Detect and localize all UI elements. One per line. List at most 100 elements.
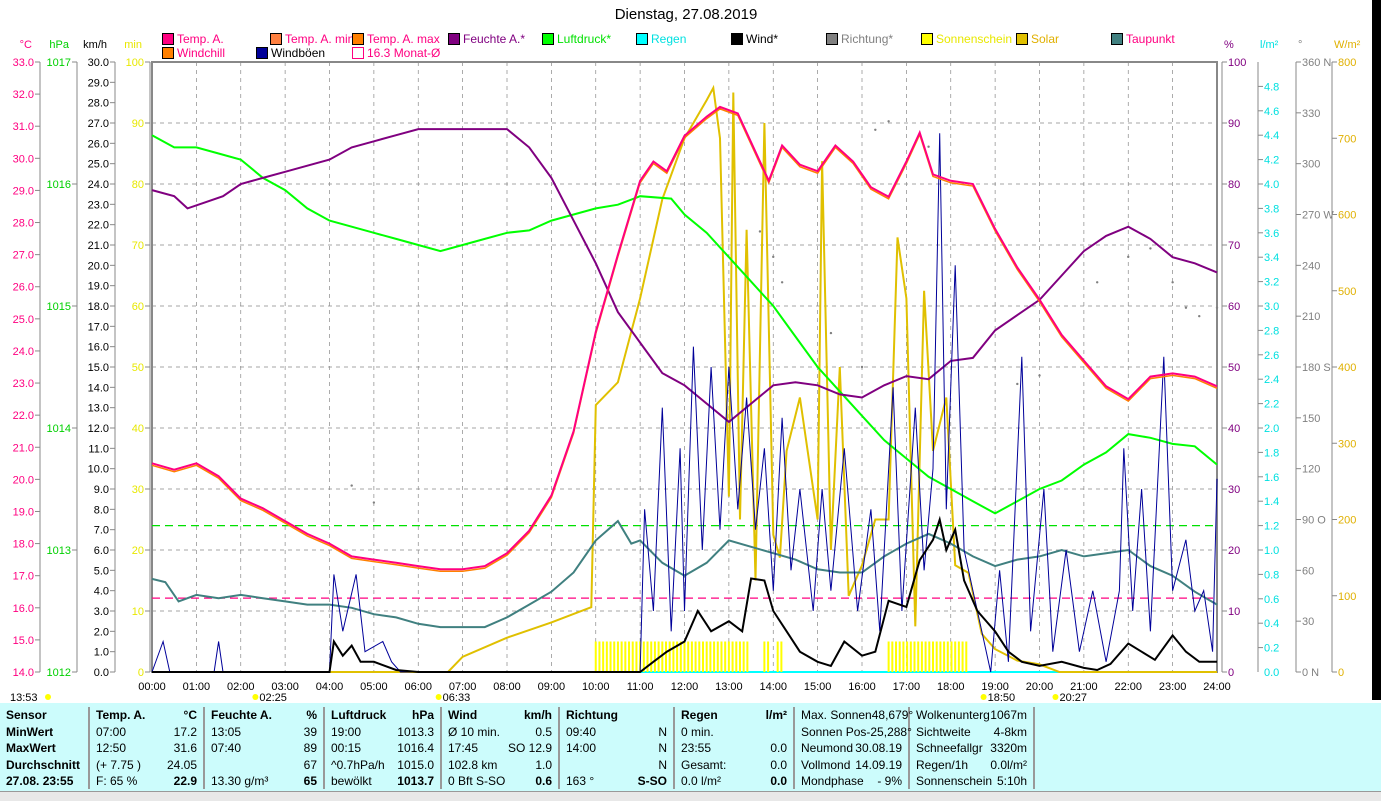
legend-item: Luftdruck* <box>542 32 611 46</box>
axis-tick-label: 1.0 <box>94 647 109 659</box>
axis-tick-label: 0.8 <box>1264 569 1279 581</box>
x-tick-label: 08:00 <box>493 681 521 693</box>
legend-swatch <box>256 47 268 59</box>
axis-tick-label: 28.0 <box>13 218 34 230</box>
table-row: 163 ° S-SO <box>560 773 673 790</box>
legend-item: Solar <box>1016 32 1059 46</box>
table-cell: 30.08.19 <box>855 741 902 755</box>
axis-tick-label: 22.0 <box>13 410 34 422</box>
axis-tick-label: 4.0 <box>1264 179 1279 191</box>
axis-tick-label: 14.0 <box>13 667 34 679</box>
axis-tick-label: 1016 <box>47 179 71 191</box>
legend-swatch <box>636 33 648 45</box>
table-row: 0.0 l/m² 0.0 <box>675 773 793 790</box>
axis-tick-label: 3.0 <box>94 606 109 618</box>
astro-marker: 02:25 <box>259 692 287 703</box>
legend-label: Temp. A. <box>177 32 224 46</box>
axis-tick-label: 25.0 <box>13 314 34 326</box>
table-row: bewölkt 1013.7 <box>325 773 440 790</box>
axis-tick-label: 40 <box>132 423 144 435</box>
table-cell: 0.6 <box>535 774 552 788</box>
table-cell: (+ 7.75 ) <box>96 757 142 772</box>
table-row: Sonnenschein 5:10h <box>910 773 1033 790</box>
axis-tick-label: 240 <box>1302 260 1320 272</box>
axis-tick-label: 150 <box>1302 413 1320 425</box>
axis-tick-label: 15.0 <box>13 635 34 647</box>
table-row: Wolkenunterg 1067m <box>910 707 1033 724</box>
legend-swatch <box>826 33 838 45</box>
axis-tick-label: 50 <box>132 362 144 374</box>
table-cell: Mondphase <box>801 774 864 788</box>
direction-point <box>860 365 864 369</box>
table-row: 19:00 1013.3 <box>325 724 440 741</box>
table-cell: % <box>306 708 317 722</box>
axis-tick-label: 210 <box>1302 311 1320 323</box>
axis-tick-label: 12.0 <box>88 423 109 435</box>
table-cell: 19:00 <box>331 724 362 739</box>
table-row: Luftdruck hPa <box>325 707 440 724</box>
table-cell: 1067m <box>990 708 1027 722</box>
x-tick-label: 14:00 <box>759 681 787 693</box>
table-cell: 67 <box>303 757 317 772</box>
axis-tick-label: 3.4 <box>1264 252 1279 264</box>
table-cell: Neumond <box>801 741 854 755</box>
table-row: MaxWert <box>0 740 88 757</box>
legend-swatch <box>162 47 174 59</box>
table-cell: 14.09.19 <box>855 757 902 772</box>
axis-tick-label: 100 <box>1228 57 1246 69</box>
table-cell: km/h <box>523 708 552 722</box>
axis-tick-label: 8.0 <box>94 504 109 516</box>
axis-tick-label: 2.2 <box>1264 399 1279 411</box>
table-cell: N <box>658 724 667 739</box>
x-tick-label: 23:00 <box>1159 681 1187 693</box>
legend-swatch <box>352 33 364 45</box>
table-cell: 12:50 <box>96 741 127 755</box>
legend-label: Feuchte A.* <box>463 32 526 46</box>
astro-marker: 13:53 <box>10 692 38 703</box>
axis-tick-label: 4.8 <box>1264 81 1279 93</box>
axis-tick-label: 270 W <box>1302 210 1334 222</box>
direction-point <box>874 128 877 131</box>
table-row: Wind km/h <box>442 707 558 724</box>
axis-tick-label: 27.0 <box>88 118 109 130</box>
table-cell: ^0.7hPa/h <box>331 757 385 772</box>
axis-tick-label: 60 <box>132 301 144 313</box>
table-cell: Vollmond <box>801 757 851 772</box>
axis-tick-label: 18.0 <box>13 539 34 551</box>
direction-point <box>350 484 353 487</box>
table-row: Neumond 30.08.19 <box>795 740 908 757</box>
axis-tick-label: 26.0 <box>88 138 109 150</box>
axis-tick-label: 11.0 <box>88 443 109 455</box>
table-row: 13.30 g/m³ 65 <box>205 773 323 790</box>
table-row: Max. Sonnen 48,679° <box>795 707 913 724</box>
axis-tick-label: 3.0 <box>1264 301 1279 313</box>
table-cell: SO 12.9 <box>507 741 552 755</box>
table-column-misc: Wolkenunterg 1067m Sichtweite 4-8km Schneefa… <box>910 707 1035 789</box>
axis-unit-label: °C <box>20 39 32 51</box>
axis-tick-label: 3.6 <box>1264 228 1279 240</box>
axis-tick-label: 180 S <box>1302 362 1331 374</box>
table-cell: Ø 10 min. <box>448 724 501 739</box>
table-row: Richtung <box>560 707 673 724</box>
direction-point <box>1095 281 1099 284</box>
astro-marker: 20:27 <box>1059 692 1087 703</box>
table-cell: 0.0 <box>770 774 787 788</box>
table-cell: 1013.7 <box>397 774 434 788</box>
table-cell: 1013.3 <box>397 724 434 739</box>
table-row: Schneefallgr 3320m <box>910 740 1033 757</box>
table-cell: 65 <box>303 774 317 788</box>
direction-point <box>1215 306 1219 309</box>
axis-tick-label: 70 <box>1228 240 1240 252</box>
axis-tick-label: 100 <box>126 57 144 69</box>
axis-tick-label: 2.0 <box>1264 423 1279 435</box>
table-cell: 31.6 <box>173 741 197 755</box>
table-cell: Sonnen Pos <box>801 724 867 739</box>
axis-tick-label: 31.0 <box>13 121 34 133</box>
table-row: Durchschnitt <box>0 757 88 774</box>
table-row: Sichtweite 4-8km <box>910 724 1033 741</box>
axis-tick-label: 120 <box>1302 464 1320 476</box>
axis-tick-label: 9.0 <box>94 484 109 496</box>
axis-tick-label: 330 <box>1302 108 1320 120</box>
axis-tick-label: 100 <box>1338 591 1356 603</box>
table-cell: Durchschnitt <box>6 757 81 772</box>
